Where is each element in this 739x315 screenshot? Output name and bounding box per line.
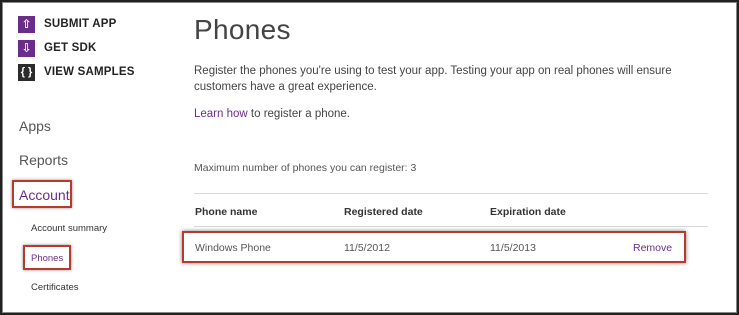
remove-phone-link[interactable]: Remove bbox=[633, 242, 672, 254]
column-header-registered-date: Registered date bbox=[344, 206, 423, 218]
sdk-links: ⇧ SUBMIT APP ⇩ GET SDK { } VIEW SAMPLES bbox=[18, 12, 135, 84]
get-sdk-label: GET SDK bbox=[44, 42, 97, 54]
braces-icon: { } bbox=[18, 63, 35, 81]
nav-subitem-certificates[interactable]: Certificates bbox=[31, 282, 79, 293]
learn-how-line: Learn how to register a phone. bbox=[194, 108, 350, 120]
expiration-date-cell: 11/5/2013 bbox=[490, 242, 536, 254]
view-samples-label: VIEW SAMPLES bbox=[44, 66, 135, 78]
registered-date-cell: 11/5/2012 bbox=[344, 242, 390, 254]
submit-app-link[interactable]: ⇧ SUBMIT APP bbox=[18, 12, 135, 36]
header-divider bbox=[194, 226, 708, 227]
account-highlight-box bbox=[12, 180, 72, 208]
view-samples-link[interactable]: { } VIEW SAMPLES bbox=[18, 60, 135, 84]
column-header-expiration-date: Expiration date bbox=[490, 206, 566, 218]
phones-highlight-box bbox=[23, 245, 71, 270]
page-title: Phones bbox=[194, 14, 291, 45]
phone-name-cell: Windows Phone bbox=[195, 242, 271, 254]
learn-how-link[interactable]: Learn how bbox=[194, 108, 248, 120]
nav-item-reports[interactable]: Reports bbox=[19, 152, 68, 168]
download-arrow-icon: ⇩ bbox=[18, 39, 35, 57]
upload-arrow-icon: ⇧ bbox=[18, 15, 35, 33]
learn-how-rest: to register a phone. bbox=[247, 108, 351, 120]
nav-item-apps[interactable]: Apps bbox=[19, 118, 51, 134]
table-divider bbox=[194, 193, 708, 194]
max-phones-text: Maximum number of phones you can registe… bbox=[194, 162, 417, 174]
submit-app-label: SUBMIT APP bbox=[44, 18, 117, 30]
column-header-phone-name: Phone name bbox=[195, 206, 258, 218]
get-sdk-link[interactable]: ⇩ GET SDK bbox=[18, 36, 135, 60]
intro-text: Register the phones you're using to test… bbox=[194, 65, 672, 93]
nav-subitem-account-summary[interactable]: Account summary bbox=[31, 223, 107, 234]
